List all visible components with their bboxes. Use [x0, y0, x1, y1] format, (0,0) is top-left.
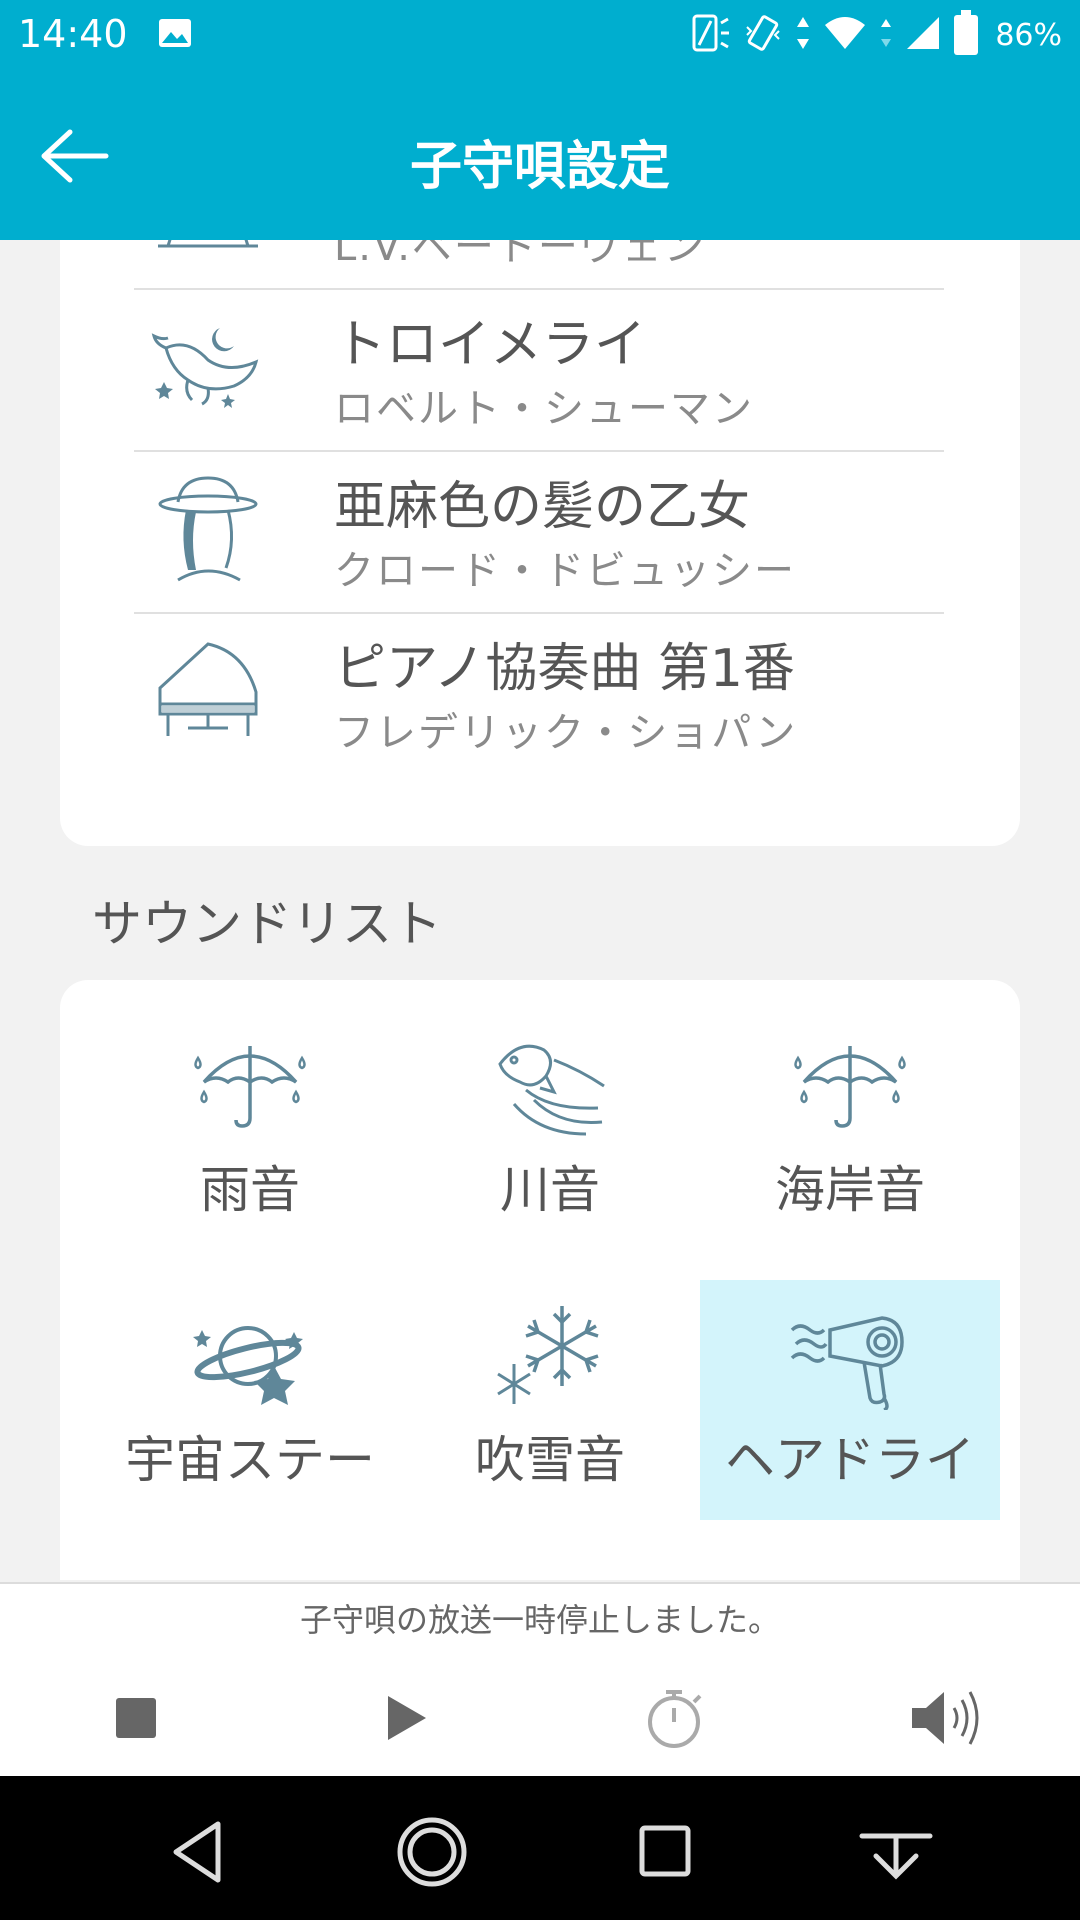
- sound-label: 川音: [500, 1161, 600, 1219]
- whale-moon-icon: [151, 328, 259, 408]
- song-artist: フレデリック・ショパン: [334, 710, 798, 756]
- player-controls: [0, 1656, 1080, 1776]
- snowflake-icon: [497, 1306, 599, 1404]
- signal-arrows-icon: [879, 13, 893, 57]
- sound-label: 海岸音: [775, 1161, 925, 1219]
- song-title: トロイメライ: [334, 315, 647, 375]
- volume-button[interactable]: [904, 1678, 984, 1758]
- square-recents-icon: [639, 1825, 691, 1877]
- sound-label: 吹雪音: [475, 1431, 625, 1489]
- battery-icon: [953, 10, 979, 60]
- play-icon: [388, 1696, 426, 1740]
- down-arrow-bar-icon: [859, 1833, 933, 1880]
- sound-item-coast[interactable]: 海岸音: [700, 1010, 1000, 1250]
- planet-stars-icon: [193, 1326, 303, 1405]
- sound-item-hair-dryer[interactable]: ヘアドライ: [700, 1280, 1000, 1520]
- system-nav-bar: [0, 1776, 1080, 1920]
- content-area[interactable]: L.V.ベートーヴェン トロイメライ ロベルト・シューマン 亜麻色の髪の乙女 ク…: [0, 240, 1080, 1580]
- sound-item-river[interactable]: 川音: [400, 1010, 700, 1250]
- play-button[interactable]: [364, 1678, 444, 1758]
- song-title: 亜麻色の髪の乙女: [334, 477, 751, 537]
- song-artist: ロベルト・シューマン: [334, 386, 754, 432]
- list-item[interactable]: ピアノ協奏曲 第1番 フレデリック・ショパン: [134, 612, 944, 774]
- song-title: ピアノ協奏曲 第1番: [334, 639, 795, 699]
- stopwatch-icon: [648, 1690, 702, 1748]
- triangle-back-icon: [173, 1821, 221, 1883]
- sound-item-rain[interactable]: 雨音: [100, 1010, 400, 1250]
- list-item[interactable]: L.V.ベートーヴェン: [134, 240, 944, 290]
- lullaby-list: L.V.ベートーヴェン トロイメライ ロベルト・シューマン 亜麻色の髪の乙女 ク…: [60, 240, 1020, 846]
- stop-icon: [116, 1698, 156, 1738]
- nav-menu-button[interactable]: [856, 1812, 936, 1892]
- bust-statue-icon: [158, 240, 258, 248]
- hair-dryer-icon: [790, 1316, 904, 1410]
- circle-home-icon: [397, 1817, 467, 1887]
- sound-label: ヘアドライ: [725, 1431, 975, 1489]
- status-bar: 14:40 86%: [0, 0, 1080, 74]
- list-item[interactable]: 亜麻色の髪の乙女 クロード・ドビュッシー: [134, 450, 944, 614]
- page-title: 子守唄設定: [409, 137, 670, 197]
- sound-label: 宇宙ステー: [125, 1431, 375, 1489]
- song-artist: L.V.ベートーヴェン: [334, 240, 706, 270]
- nav-recents-button[interactable]: [626, 1812, 706, 1892]
- grand-piano-icon: [158, 642, 258, 736]
- nav-back-button[interactable]: [160, 1812, 240, 1892]
- list-item[interactable]: トロイメライ ロベルト・シューマン: [134, 288, 944, 452]
- umbrella-rain-icon: [194, 1046, 306, 1128]
- speaker-volume-icon: [912, 1691, 979, 1745]
- girl-hat-icon: [158, 476, 258, 582]
- song-artist: クロード・ドビュッシー: [334, 548, 796, 594]
- vibrate-icon: [743, 13, 783, 57]
- nfc-icon: [691, 13, 731, 57]
- battery-percent: 86%: [995, 17, 1062, 53]
- nav-home-button[interactable]: [392, 1812, 472, 1892]
- timer-button[interactable]: [634, 1678, 714, 1758]
- data-arrows-icon: [795, 13, 811, 57]
- status-time: 14:40: [18, 12, 128, 56]
- wifi-icon: [823, 15, 867, 55]
- stop-button[interactable]: [94, 1678, 174, 1758]
- sound-label: 雨音: [200, 1161, 300, 1219]
- section-title: サウンドリスト: [92, 895, 442, 953]
- fish-river-icon: [498, 1044, 605, 1136]
- sound-item-blizzard[interactable]: 吹雪音: [400, 1280, 700, 1520]
- sound-item-space[interactable]: 宇宙ステー: [100, 1280, 400, 1520]
- umbrella-rain-icon: [794, 1046, 906, 1128]
- app-bar: 子守唄設定: [0, 74, 1080, 240]
- playback-status-message: 子守唄の放送一時停止しました。: [0, 1582, 1080, 1658]
- image-notification-icon: [158, 18, 192, 52]
- cell-signal-icon: [905, 15, 941, 55]
- sound-list: 雨音 川音 海岸音 宇宙ステー 吹雪音 ヘアドライ: [60, 980, 1020, 1580]
